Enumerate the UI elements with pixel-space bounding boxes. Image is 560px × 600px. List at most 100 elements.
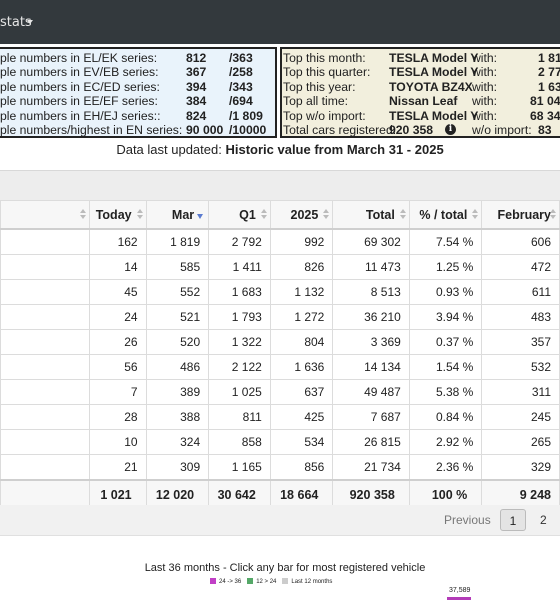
series-numbers-panel: ple numbers in EL/EK series: 812/363 ple n…: [0, 47, 277, 138]
legend-item[interactable]: 12 > 24: [247, 578, 277, 585]
top-vehicle-label: Top w/o import:: [283, 108, 366, 123]
top-vehicle-row: Top this year: TOYOTA BZ4X with: 1 63: [282, 80, 560, 94]
series-row: ple numbers in EL/EK series: 812/363: [0, 51, 275, 65]
top-vehicle-model: TESLA Model Y: [389, 108, 479, 123]
series-row: ple numbers in EE/EF series: 384/694: [0, 94, 275, 108]
vehicle-cell[interactable]: [0, 228, 90, 255]
vehicle-cell[interactable]: [0, 429, 90, 455]
vehicle-cell[interactable]: [0, 404, 90, 430]
legend-swatch: [210, 578, 216, 584]
table-row[interactable]: 45 552 1 683 1 132 8 513 0.93 % 611: [0, 279, 560, 305]
top-vehicle-count: 1 63: [538, 79, 560, 94]
top-vehicle-model: TESLA Model Y: [389, 65, 479, 80]
table-cell: 14 134: [332, 354, 410, 380]
legend-item[interactable]: 24 -> 36: [210, 578, 241, 585]
sort-icon[interactable]: [323, 209, 330, 221]
header-mar[interactable]: Mar: [145, 200, 210, 230]
table-cell: 1 272: [269, 304, 334, 330]
vehicle-cell[interactable]: [0, 304, 90, 330]
series-max: /1 809: [229, 108, 263, 123]
page-1-button[interactable]: 1: [500, 509, 526, 531]
table-row[interactable]: 7 389 1 025 637 49 487 5.38 % 311: [0, 379, 560, 405]
sort-desc-icon[interactable]: [197, 214, 204, 219]
vehicle-cell[interactable]: [0, 354, 90, 380]
sort-icon[interactable]: [399, 209, 406, 221]
table-cell: 532: [481, 354, 560, 380]
table-cell: 1 683: [208, 279, 271, 305]
table-row[interactable]: 162 1 819 2 792 992 69 302 7.54 % 606: [0, 228, 560, 255]
with-label: with:: [472, 65, 498, 80]
top-vehicle-model: TOYOTA BZ4X: [389, 79, 473, 94]
table-cell: 521: [145, 304, 210, 330]
sort-icon[interactable]: [472, 209, 479, 221]
previous-page-button[interactable]: Previous: [444, 513, 491, 527]
sort-icon[interactable]: [136, 209, 143, 221]
header-today[interactable]: Today: [88, 200, 147, 230]
header-total[interactable]: % / total: [408, 200, 483, 230]
table-cell: 389: [145, 379, 210, 405]
table-cell: 28: [88, 404, 147, 430]
series-value: 824: [186, 108, 207, 123]
header-q1[interactable]: Q1: [208, 200, 271, 230]
header-2025[interactable]: 2025: [269, 200, 334, 230]
vehicle-cell[interactable]: [0, 279, 90, 305]
table-row[interactable]: 24 521 1 793 1 272 36 210 3.94 % 483: [0, 304, 560, 330]
table-cell: 1 636: [269, 354, 334, 380]
table-cell: 10: [88, 429, 147, 455]
header-february[interactable]: February: [481, 200, 560, 230]
header-label: Q1: [239, 207, 256, 222]
table-cell: 0.84 %: [408, 404, 483, 430]
table-row[interactable]: 14 585 1 411 826 11 473 1.25 % 472: [0, 254, 560, 280]
table-row[interactable]: 21 309 1 165 856 21 734 2.36 % 329: [0, 454, 560, 481]
table-cell: 520: [145, 329, 210, 355]
header-vehicle[interactable]: [0, 200, 90, 230]
sort-icon[interactable]: [550, 209, 556, 221]
table-cell: 309: [145, 454, 210, 481]
top-vehicle-label: Top this quarter:: [283, 65, 371, 80]
table-cell: 265: [481, 429, 560, 455]
caret-down-icon[interactable]: [27, 20, 33, 24]
header-total[interactable]: Total: [332, 200, 410, 230]
series-label: ple numbers in EC/ED series:: [0, 79, 160, 94]
page-2-button[interactable]: 2: [540, 513, 547, 527]
legend-swatch: [247, 578, 254, 584]
vehicle-cell[interactable]: [0, 379, 90, 405]
series-label: ple numbers in EL/EK series:: [0, 51, 158, 65]
top-vehicle-model: TESLA Model Y: [389, 51, 479, 65]
vehicle-cell[interactable]: [0, 254, 90, 280]
info-icon[interactable]: i: [445, 124, 456, 135]
header-label: Total: [365, 207, 395, 222]
series-value: 384: [186, 94, 207, 109]
series-row: ple numbers in EV/EB series: 367/258: [0, 65, 275, 79]
table-cell: 26 815: [332, 429, 410, 455]
table-cell: 388: [145, 404, 210, 430]
top-vehicle-row: Top all time: Nissan Leaf with: 81 04: [282, 94, 560, 108]
top-vehicle-model: 920 358: [389, 123, 434, 137]
table-cell: 7: [88, 379, 147, 405]
legend-label: 12 > 24: [256, 578, 277, 585]
table-cell: 324: [145, 429, 210, 455]
sort-icon[interactable]: [79, 209, 86, 221]
table-cell: 36 210: [332, 304, 410, 330]
table-cell: 45: [88, 279, 147, 305]
table-cell: 606: [481, 228, 560, 255]
table-cell: 1 165: [208, 454, 271, 481]
top-vehicle-count: 83: [538, 123, 552, 137]
vehicle-cell[interactable]: [0, 329, 90, 355]
vehicle-cell[interactable]: [0, 454, 90, 481]
table-cell: 804: [269, 329, 334, 355]
table-row[interactable]: 28 388 811 425 7 687 0.84 % 245: [0, 404, 560, 430]
sort-icon[interactable]: [260, 209, 267, 221]
legend-item[interactable]: Last 12 months: [282, 578, 332, 585]
chart-title: Last 36 months - Click any bar for most …: [144, 562, 426, 574]
table-row[interactable]: 26 520 1 322 804 3 369 0.37 % 357: [0, 329, 560, 355]
series-label: ple numbers in EH/EJ series::: [0, 108, 161, 123]
table-cell: 472: [481, 254, 560, 280]
last-updated-prefix: Data last updated:: [116, 142, 226, 157]
series-max: /258: [229, 65, 253, 80]
table-row[interactable]: 10 324 858 534 26 815 2.92 % 265: [0, 429, 560, 455]
top-vehicle-label: Total cars registered:: [283, 123, 397, 137]
table-row[interactable]: 56 486 2 122 1 636 14 134 1.54 % 532: [0, 354, 560, 380]
top-vehicles-panel: Top this month: TESLA Model Ywith: 1 81 Top…: [280, 47, 560, 138]
series-label: ple numbers in EE/EF series:: [0, 94, 158, 109]
